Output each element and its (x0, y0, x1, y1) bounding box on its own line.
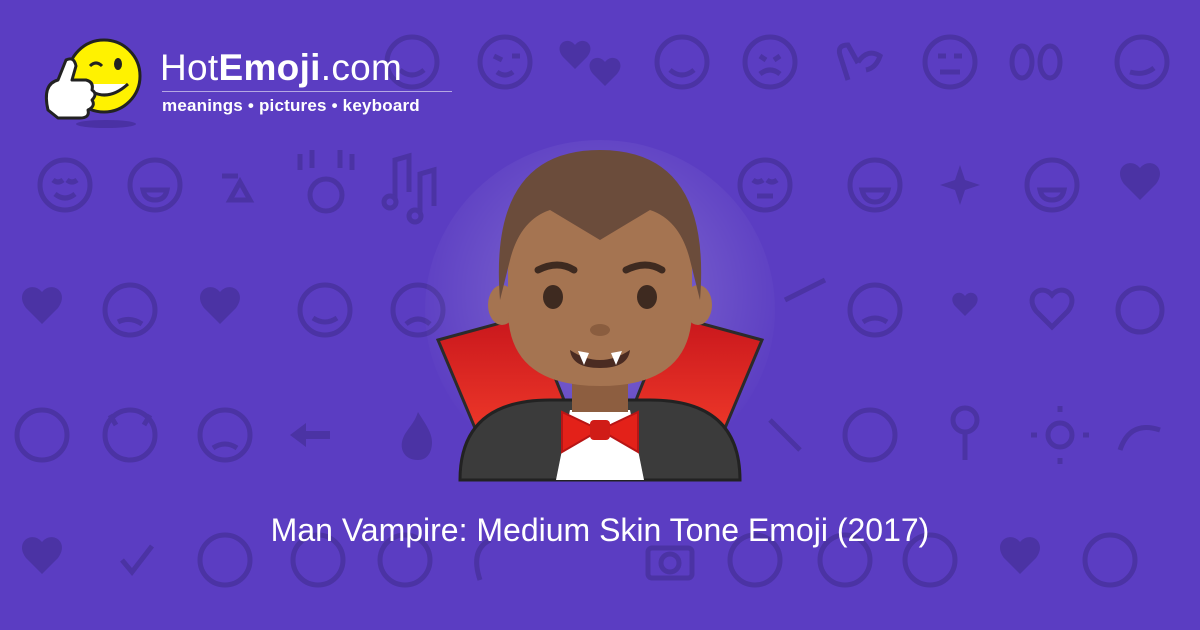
relieved-face-icon (37, 157, 93, 213)
smiling-eyes-icon (1024, 157, 1080, 213)
tongue-face-icon (297, 282, 353, 338)
striped-heart-icon (200, 287, 240, 324)
sparkles-icon (940, 165, 980, 205)
tagline: meanings • pictures • keyboard (162, 96, 420, 115)
confused-face-icon (102, 282, 158, 338)
smirking-face-icon (1114, 34, 1170, 90)
brand-name: HotEmoji.com (160, 48, 402, 88)
grinning-face-icon (127, 157, 183, 213)
heart-icon (1120, 163, 1160, 200)
brand-divider (162, 91, 452, 92)
brand-bold: Emoji (218, 47, 321, 88)
sun-icon (1031, 406, 1089, 464)
man-vampire-medium-skin-tone-icon (425, 140, 775, 482)
slightly-smiling-face-icon (654, 34, 710, 90)
weary-face-icon (742, 34, 798, 90)
expressionless-face-icon (922, 34, 978, 90)
devil-face-icon (102, 407, 158, 463)
scared-face-icon (14, 407, 70, 463)
arrow-heart-icon (783, 277, 827, 303)
thumbs-up-winking-face-icon (44, 38, 142, 128)
monkey-icon (1115, 285, 1165, 335)
grinning-squint-icon (847, 157, 903, 213)
tongue-wink-icon (842, 407, 898, 463)
left-arrow-icon (290, 423, 330, 447)
revolving-hearts-icon (952, 292, 978, 316)
rose-icon (950, 405, 980, 460)
broken-heart-icon (22, 287, 62, 324)
flexed-biceps-icon (1117, 425, 1161, 451)
heart-outline-icon (1029, 287, 1075, 331)
recycle-icon (222, 173, 255, 203)
eyes-icon (1009, 43, 1063, 81)
two-hearts-icon (559, 40, 621, 86)
camera-icon (645, 545, 695, 581)
winking-face-icon (477, 34, 533, 90)
ok-hand-icon (836, 42, 883, 81)
emoji-caption: Man Vampire: Medium Skin Tone Emoji (201… (270, 512, 930, 548)
site-logo[interactable]: HotEmoji.com meanings • pictures • keybo… (38, 30, 468, 140)
brand-prefix: Hot (160, 47, 219, 88)
raising-hands-icon (297, 150, 355, 214)
persevering-face-icon (847, 282, 903, 338)
brand-suffix: .com (320, 47, 403, 88)
angry-face-icon (197, 407, 253, 463)
